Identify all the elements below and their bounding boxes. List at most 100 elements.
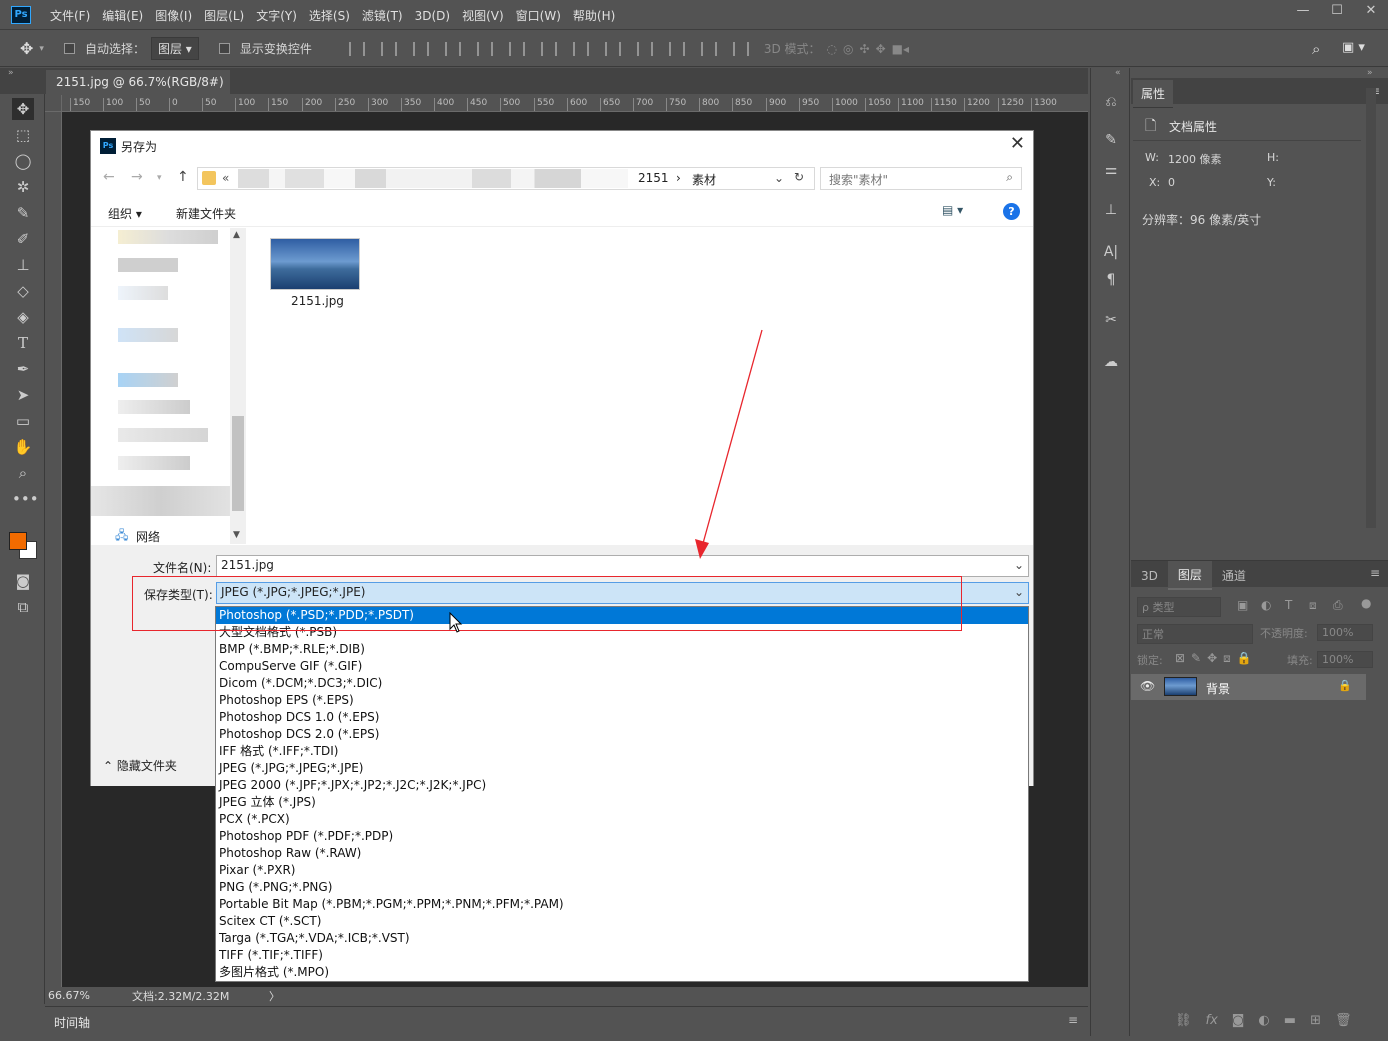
chevron-down-icon[interactable]: ⌄	[1014, 585, 1024, 599]
3d-pan-icon[interactable]: ✣	[860, 42, 870, 56]
align-vcenter-icon[interactable]	[380, 41, 397, 56]
properties-scrollbar[interactable]	[1366, 88, 1376, 528]
file-name-label[interactable]: 2151.jpg	[291, 294, 344, 308]
scroll-up-icon[interactable]: ▲	[233, 230, 240, 240]
path-select-icon[interactable]: ➤	[12, 384, 34, 406]
back-arrow-icon[interactable]: ←	[103, 169, 115, 185]
view-options-icon[interactable]: ▤ ▾	[942, 203, 963, 217]
menu-select[interactable]: 选择(S)	[303, 7, 356, 24]
auto-select-dropdown[interactable]: 图层 ▾	[150, 37, 199, 60]
scroll-down-icon[interactable]: ▼	[233, 530, 240, 540]
3d-roll-icon[interactable]: ◎	[843, 42, 853, 56]
organize-button[interactable]: 组织 ▾	[108, 205, 142, 222]
new-folder-button[interactable]: 新建文件夹	[176, 205, 236, 222]
eraser-tool-icon[interactable]: ◇	[12, 280, 34, 302]
filter-smart-icon[interactable]: ⎙	[1333, 598, 1343, 613]
fill-field[interactable]: 100%	[1317, 651, 1373, 668]
dropdown-option[interactable]: PNG (*.PNG;*.PNG)	[216, 879, 1028, 896]
show-transform-checkbox[interactable]	[218, 43, 230, 54]
libraries-icon[interactable]: ☁	[1101, 354, 1121, 374]
filter-shape-icon[interactable]: ⧈	[1309, 598, 1317, 613]
dropdown-option[interactable]: BMP (*.BMP;*.RLE;*.DIB)	[216, 641, 1028, 658]
menu-help[interactable]: 帮助(H)	[567, 7, 621, 24]
recent-chevron-icon[interactable]: ▾	[157, 173, 162, 183]
paragraph-icon[interactable]: ¶	[1101, 272, 1121, 292]
dropdown-option[interactable]: CompuServe GIF (*.GIF)	[216, 658, 1028, 675]
dropdown-option[interactable]: Targa (*.TGA;*.VDA;*.ICB;*.VST)	[216, 930, 1028, 947]
dropdown-option[interactable]: Photoshop EPS (*.EPS)	[216, 692, 1028, 709]
layer-filter-dropdown[interactable]: ρ 类型	[1137, 597, 1221, 617]
dropdown-option[interactable]: Photoshop DCS 2.0 (*.EPS)	[216, 726, 1028, 743]
magic-wand-icon[interactable]: ✲	[12, 176, 34, 198]
fx-icon[interactable]: fx	[1206, 1013, 1218, 1028]
zoom-tool-icon[interactable]: ⌕	[12, 462, 34, 484]
dropdown-option[interactable]: Portable Bit Map (*.PBM;*.PGM;*.PPM;*.PN…	[216, 896, 1028, 913]
dialog-close-button[interactable]: ✕	[1010, 133, 1025, 154]
opacity-field[interactable]: 100%	[1317, 624, 1373, 641]
dropdown-option[interactable]: JPEG (*.JPG;*.JPEG;*.JPE)	[216, 760, 1028, 777]
align-top-icon[interactable]	[348, 41, 365, 56]
menu-image[interactable]: 图像(I)	[149, 7, 198, 24]
dropdown-option[interactable]: 多图片格式 (*.MPO)	[216, 964, 1028, 981]
menu-edit[interactable]: 编辑(E)	[96, 7, 149, 24]
address-bar[interactable]: « 2151 › 素材 ⌄ ↻	[197, 167, 815, 190]
more-tools-icon[interactable]: •••	[12, 488, 39, 510]
menu-layer[interactable]: 图层(L)	[198, 7, 250, 24]
dropdown-option[interactable]: Photoshop Raw (*.RAW)	[216, 845, 1028, 862]
search-icon[interactable]: ⌕	[1006, 170, 1013, 185]
maximize-button[interactable]: ☐	[1320, 0, 1354, 22]
path-overflow[interactable]: «	[222, 171, 229, 185]
distribute-top-icon[interactable]	[540, 41, 557, 56]
auto-select-checkbox[interactable]	[63, 43, 75, 54]
clone-source-icon[interactable]: ⊥	[1101, 202, 1121, 222]
dropdown-option[interactable]: TIFF (*.TIF;*.TIFF)	[216, 947, 1028, 964]
visibility-eye-icon[interactable]: 👁	[1140, 679, 1155, 693]
new-layer-icon[interactable]: ⊞	[1310, 1013, 1321, 1028]
status-menu-icon[interactable]: 〉	[269, 988, 280, 1004]
align-hcenter-icon[interactable]	[476, 41, 493, 56]
blend-mode-dropdown[interactable]: 正常	[1137, 624, 1253, 644]
chevron-down-icon[interactable]: ▾	[39, 44, 44, 54]
history-icon[interactable]: ⎌	[1101, 94, 1121, 114]
hide-folders-button[interactable]: ⌃ 隐藏文件夹	[103, 757, 177, 774]
collapse-toolbar-icon[interactable]: »	[8, 68, 14, 78]
menu-view[interactable]: 视图(V)	[456, 7, 510, 24]
character-icon[interactable]: A|	[1101, 244, 1121, 264]
minimize-button[interactable]: —	[1286, 0, 1320, 22]
menu-file[interactable]: 文件(F)	[44, 7, 96, 24]
dropdown-option[interactable]: JPEG 立体 (*.JPS)	[216, 794, 1028, 811]
3d-slide-icon[interactable]: ✥	[876, 42, 886, 56]
dropdown-option[interactable]: Photoshop PDF (*.PDF;*.PDP)	[216, 828, 1028, 845]
up-arrow-icon[interactable]: ↑	[177, 169, 189, 185]
filter-toggle-icon[interactable]: ●	[1361, 596, 1371, 610]
path-folder[interactable]: 2151	[638, 171, 669, 185]
type-tool-icon[interactable]: T	[12, 332, 34, 354]
nav-scrollbar[interactable]: ▲ ▼	[230, 228, 246, 544]
marquee-tool-icon[interactable]: ⬚	[12, 124, 34, 146]
trash-icon[interactable]: 🗑	[1335, 1013, 1352, 1028]
document-tab[interactable]: 2151.jpg @ 66.7%(RGB/8#) ×	[46, 70, 230, 113]
search-input[interactable]: 搜索"素材" ⌕	[820, 167, 1022, 190]
panel-menu-icon[interactable]: ≡	[1370, 566, 1380, 580]
width-value[interactable]: 1200 像素	[1168, 151, 1222, 167]
tab-layers[interactable]: 图层	[1167, 561, 1212, 590]
move-tool-icon[interactable]: ✥	[20, 39, 33, 58]
tools-presets-icon[interactable]: ✂	[1101, 312, 1121, 332]
foreground-color-swatch[interactable]	[9, 532, 27, 550]
distribute-right-icon[interactable]	[700, 41, 717, 56]
distribute-hcenter-icon[interactable]	[668, 41, 685, 56]
stamp-tool-icon[interactable]: ⊥	[12, 254, 34, 276]
align-left-icon[interactable]	[444, 41, 461, 56]
tab-3d[interactable]: 3D	[1131, 564, 1168, 588]
path-current[interactable]: 素材	[692, 171, 716, 188]
eyedropper-icon[interactable]: ✎	[12, 202, 34, 224]
filter-type-icon[interactable]: T	[1285, 598, 1292, 612]
dropdown-option[interactable]: Dicom (*.DCM;*.DC3;*.DIC)	[216, 675, 1028, 692]
move-tool-icon[interactable]: ✥	[12, 98, 34, 120]
dropdown-option[interactable]: Pixar (*.PXR)	[216, 862, 1028, 879]
chevron-down-icon[interactable]: ⌄	[774, 171, 784, 185]
pen-tool-icon[interactable]: ✒	[12, 358, 34, 380]
screen-mode-icon[interactable]: ⧉	[12, 596, 34, 618]
dropdown-option[interactable]: IFF 格式 (*.IFF;*.TDI)	[216, 743, 1028, 760]
3d-scale-icon[interactable]: ■◂	[892, 42, 909, 56]
